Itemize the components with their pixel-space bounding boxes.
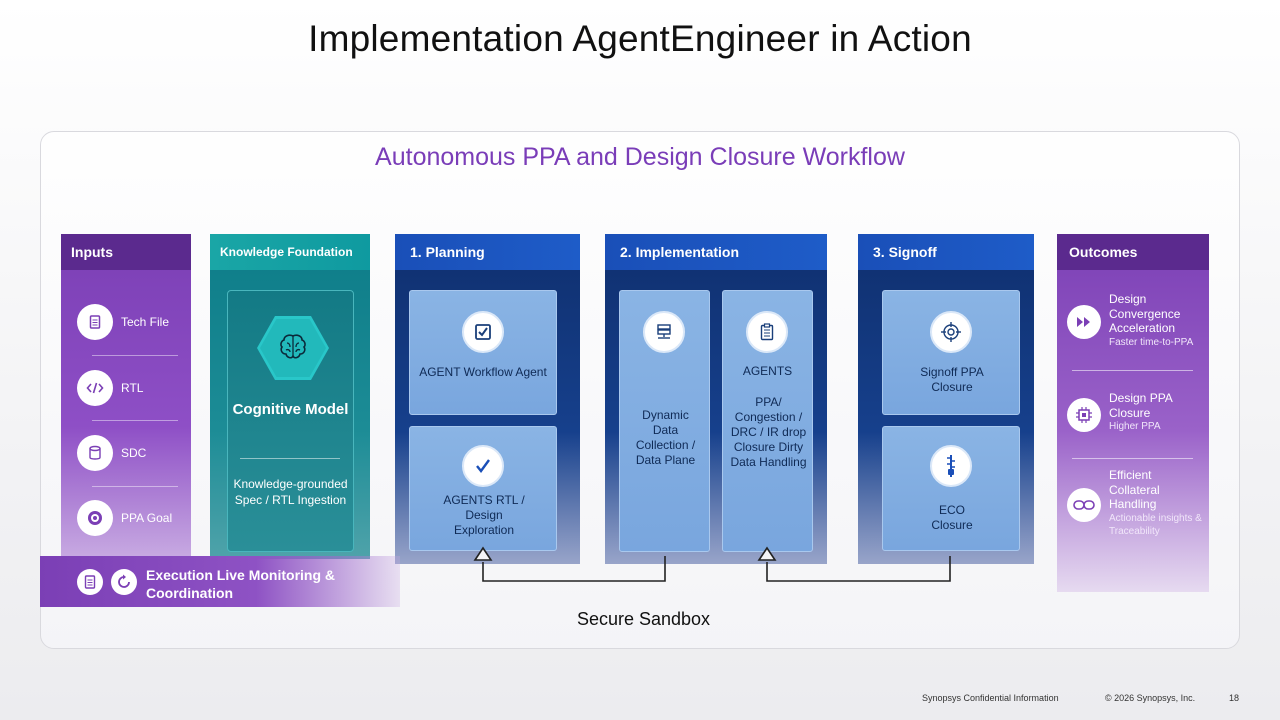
card-label: ECO Closure [931, 503, 973, 532]
input-item-tech-file: Tech File [77, 304, 182, 340]
card-label: PPA/ Congestion / DRC / IR drop Closure … [730, 395, 807, 469]
card-label: Signoff PPA Closure [920, 365, 984, 394]
divider [1072, 458, 1193, 459]
ppa-agents-card: AGENTS PPA/ Congestion / DRC / IR drop C… [722, 290, 813, 552]
outcome-subtitle: Actionable insights & Traceability [1109, 512, 1202, 537]
document-icon [77, 304, 113, 340]
crosshair-icon [930, 311, 972, 353]
data-plane-card: Dynamic Data Collection / Data Plane [619, 290, 710, 552]
cognitive-model-title: Cognitive Model [232, 401, 349, 418]
signoff-header: 3. Signoff [858, 234, 1034, 270]
card-title: AGENTS [742, 364, 793, 378]
outcome-subtitle: Faster time-to-PPA [1109, 336, 1194, 348]
document-icon [77, 569, 103, 595]
outcome-item-convergence: Design Convergence Acceleration Faster t… [1109, 292, 1204, 349]
outcomes-header: Outcomes [1057, 234, 1209, 270]
checkmark-icon [462, 445, 504, 487]
workflow-subtitle: Autonomous PPA and Design Closure Workfl… [375, 143, 905, 171]
knowledge-header: Knowledge Foundation [210, 234, 370, 270]
input-item-sdc: SDC [77, 435, 182, 471]
server-icon [643, 311, 685, 353]
checkbox-icon [462, 311, 504, 353]
card-label: AGENT Workflow Agent [419, 365, 547, 379]
page-number: 18 [1229, 693, 1240, 703]
signoff-ppa-card: Signoff PPA Closure [882, 290, 1020, 415]
input-item-rtl: RTL [77, 370, 182, 406]
divider [1072, 370, 1193, 371]
code-icon [77, 370, 113, 406]
divider [92, 420, 178, 421]
up-arrow-icon [757, 546, 777, 561]
divider [92, 355, 178, 356]
input-label: PPA Goal [121, 511, 173, 525]
divider [92, 486, 178, 487]
database-icon [77, 435, 113, 471]
copyright: © 2026 Synopsys, Inc. [1105, 693, 1196, 703]
workflow-agent-card: AGENT Workflow Agent [409, 290, 557, 415]
card-label: Dynamic Data Collection / Data Plane [635, 408, 696, 467]
input-item-ppa-goal: PPA Goal [77, 500, 182, 536]
knowledge-description: Knowledge-grounded Spec / RTL Ingestion [233, 477, 348, 507]
clipboard-icon [746, 311, 788, 353]
inputs-header: Inputs [61, 234, 191, 270]
fast-forward-icon [1067, 305, 1101, 339]
outcome-item-ppa-closure: Design PPA Closure Higher PPA [1109, 391, 1204, 433]
planning-header: 1. Planning [395, 234, 580, 270]
input-label: SDC [121, 446, 147, 460]
sandbox-connectors [473, 546, 951, 582]
input-label: RTL [121, 381, 144, 395]
sync-icon [111, 569, 137, 595]
brain-icon [280, 334, 306, 359]
confidential-notice: Synopsys Confidential Information [922, 693, 1059, 703]
link-icon [1067, 488, 1101, 522]
outcome-title: Efficient Collateral Handling [1109, 468, 1160, 511]
design-exploration-card: AGENTS RTL / Design Exploration [409, 426, 557, 551]
secure-sandbox-label: Secure Sandbox [576, 609, 711, 629]
outcome-title: Design Convergence Acceleration [1109, 292, 1181, 335]
page-title: Implementation AgentEngineer in Action [308, 18, 972, 59]
divider [240, 458, 340, 459]
outcome-subtitle: Higher PPA [1109, 421, 1161, 432]
card-label: AGENTS RTL / Design Exploration [443, 493, 525, 537]
target-icon [77, 500, 113, 536]
implementation-header: 2. Implementation [605, 234, 827, 270]
outcome-item-collateral: Efficient Collateral Handling Actionable… [1109, 468, 1204, 538]
outcome-title: Design PPA Closure [1109, 391, 1173, 420]
chip-icon [1067, 398, 1101, 432]
eco-closure-card: ECO Closure [882, 426, 1020, 551]
zipper-icon [930, 445, 972, 487]
up-arrow-icon [473, 546, 493, 561]
input-label: Tech File [121, 315, 170, 329]
monitoring-label: Execution Live Monitoring & Coordination [146, 567, 336, 601]
